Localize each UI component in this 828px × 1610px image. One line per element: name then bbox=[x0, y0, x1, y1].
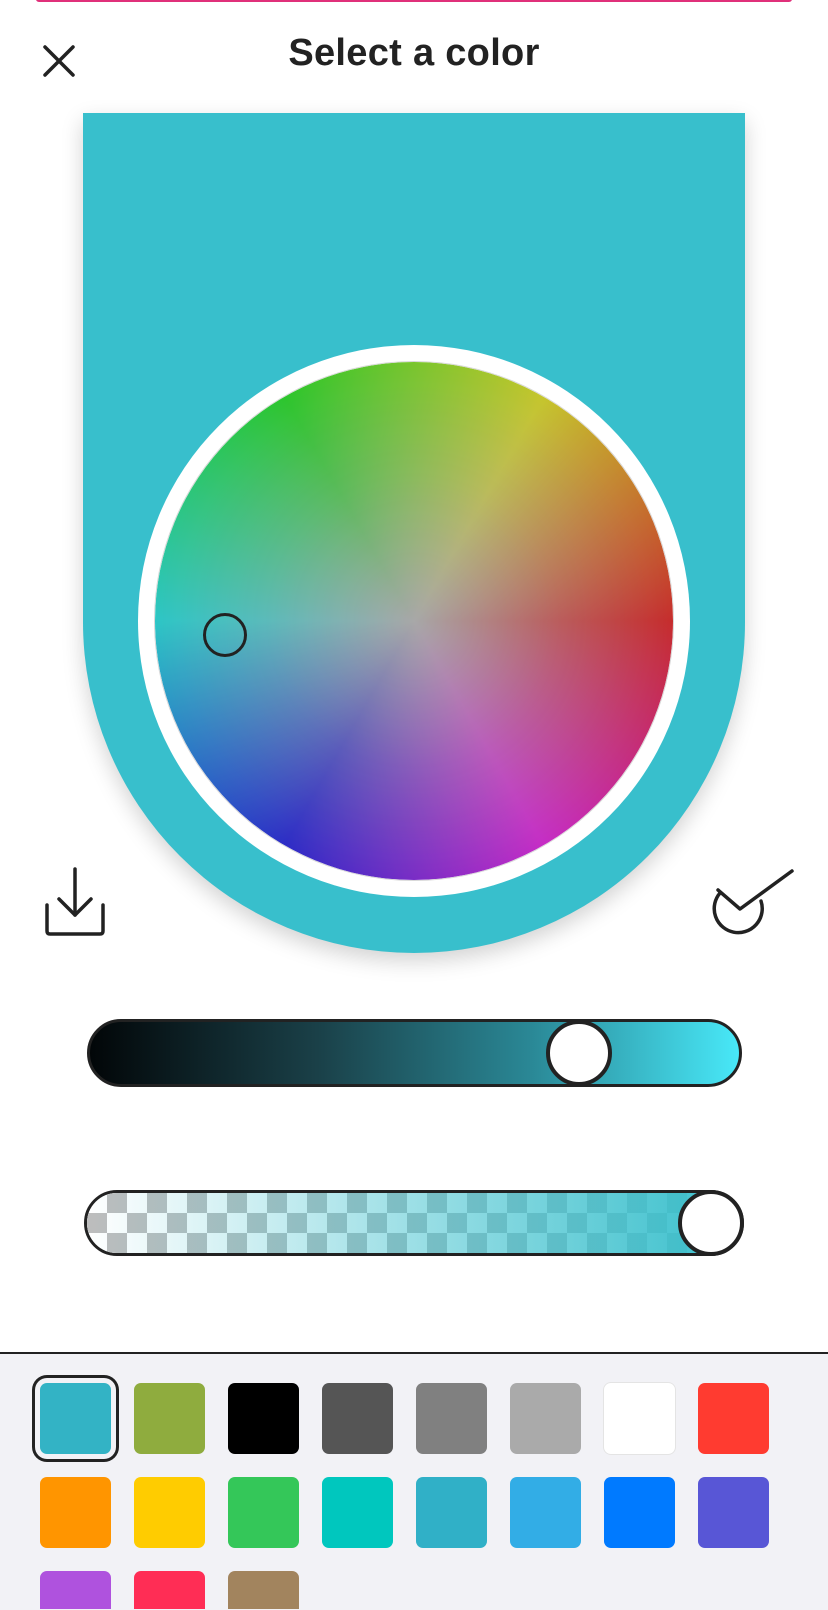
color-swatch[interactable] bbox=[228, 1477, 299, 1548]
opacity-gradient bbox=[87, 1193, 741, 1253]
brightness-slider-thumb[interactable] bbox=[546, 1020, 613, 1086]
color-swatch[interactable] bbox=[134, 1477, 205, 1548]
color-swatch[interactable] bbox=[510, 1477, 581, 1548]
opacity-slider-thumb[interactable] bbox=[678, 1190, 744, 1256]
color-swatch[interactable] bbox=[322, 1383, 393, 1454]
download-icon bbox=[45, 867, 105, 936]
opacity-slider[interactable] bbox=[84, 1190, 744, 1256]
color-swatch[interactable] bbox=[510, 1383, 581, 1454]
header: Select a color bbox=[0, 18, 828, 92]
color-swatch[interactable] bbox=[40, 1383, 111, 1454]
checkmark-icon bbox=[712, 869, 794, 935]
brightness-slider[interactable] bbox=[87, 1019, 742, 1087]
color-swatch[interactable] bbox=[40, 1477, 111, 1548]
color-swatch[interactable] bbox=[134, 1571, 205, 1609]
color-wheel-picker-handle[interactable] bbox=[203, 613, 247, 657]
download-button[interactable] bbox=[40, 865, 110, 937]
color-swatch[interactable] bbox=[698, 1477, 769, 1548]
color-swatch[interactable] bbox=[604, 1383, 675, 1454]
color-palette bbox=[0, 1352, 828, 1610]
color-swatch[interactable] bbox=[416, 1477, 487, 1548]
color-swatch[interactable] bbox=[322, 1477, 393, 1548]
color-swatch[interactable] bbox=[40, 1571, 111, 1609]
color-swatch[interactable] bbox=[134, 1383, 205, 1454]
color-swatch[interactable] bbox=[228, 1571, 299, 1609]
top-accent-bar bbox=[36, 0, 792, 2]
color-swatch[interactable] bbox=[416, 1383, 487, 1454]
color-swatch[interactable] bbox=[604, 1477, 675, 1548]
page-title: Select a color bbox=[288, 32, 540, 74]
confirm-button[interactable] bbox=[710, 868, 794, 940]
color-swatch[interactable] bbox=[698, 1383, 769, 1454]
color-swatch[interactable] bbox=[228, 1383, 299, 1454]
